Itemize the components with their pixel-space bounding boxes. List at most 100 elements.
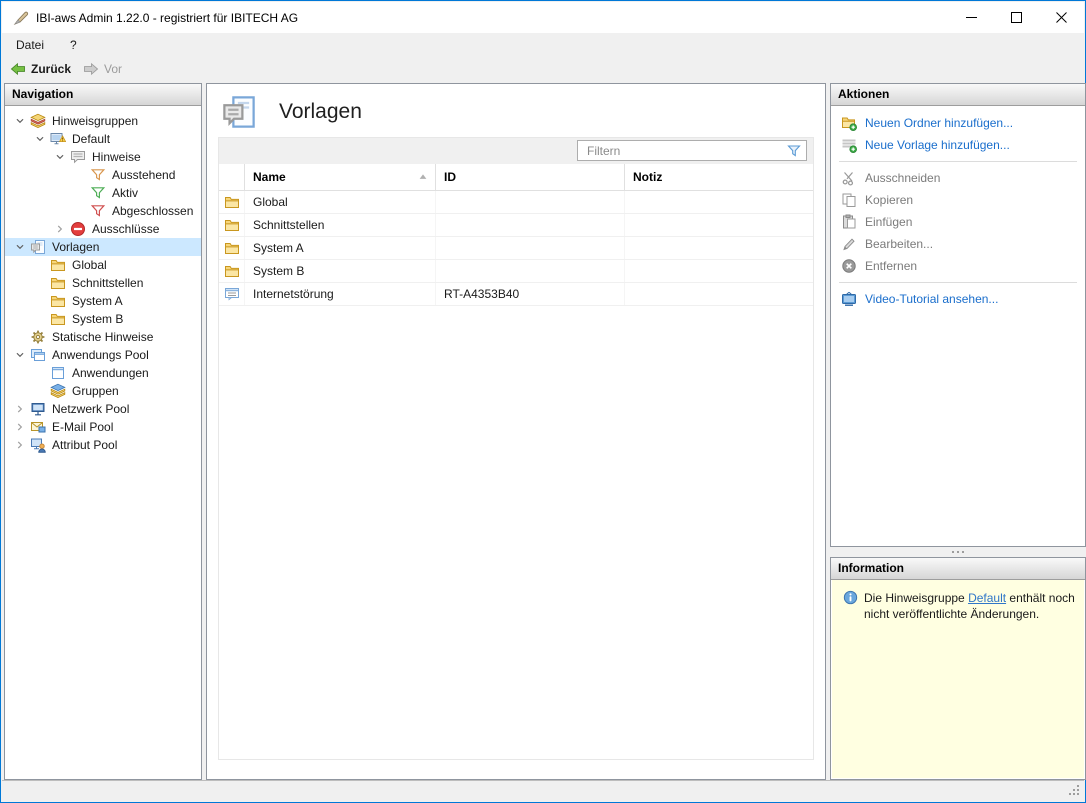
cell-name: System B	[245, 260, 436, 282]
table-row-internetstörung[interactable]: Internetstörung RT-A4353B40	[219, 283, 813, 306]
sidebar-item-schnittstellen[interactable]: Schnittstellen	[5, 274, 201, 292]
column-header-name[interactable]: Name	[245, 164, 436, 190]
sidebar-item-ausstehend[interactable]: Ausstehend	[5, 166, 201, 184]
action-label: Ausschneiden	[865, 171, 940, 185]
sidebar-item-anwendungen[interactable]: Anwendungen	[5, 364, 201, 382]
table-row-global[interactable]: Global	[219, 191, 813, 214]
cell-type	[219, 237, 245, 259]
sidebar-item-anwendungs-pool[interactable]: Anwendungs Pool	[5, 346, 201, 364]
chevron-down-icon[interactable]	[33, 132, 47, 146]
sidebar-item-global[interactable]: Global	[5, 256, 201, 274]
tree-item-label: Vorlagen	[52, 240, 99, 254]
column-header-id[interactable]: ID	[436, 164, 625, 190]
tree-item-label: Global	[72, 258, 107, 272]
horizontal-splitter[interactable]	[830, 547, 1086, 557]
action-bearbeiten: Bearbeiten...	[831, 233, 1085, 255]
table-header: Name ID Notiz	[219, 164, 813, 191]
chevron-down-icon[interactable]	[13, 348, 27, 362]
default-group-link[interactable]: Default	[968, 591, 1006, 605]
sidebar-item-ausschlüsse[interactable]: Ausschlüsse	[5, 220, 201, 238]
sidebar-item-statische-hinweise[interactable]: Statische Hinweise	[5, 328, 201, 346]
maximize-button[interactable]	[994, 2, 1039, 33]
actions-divider	[839, 161, 1077, 162]
chevron-right-icon[interactable]	[13, 420, 27, 434]
table-row-schnittstellen[interactable]: Schnittstellen	[219, 214, 813, 237]
sidebar-item-hinweisgruppen[interactable]: Hinweisgruppen	[5, 112, 201, 130]
back-label: Zurück	[31, 62, 71, 76]
action-video-tutorial-ansehen[interactable]: Video-Tutorial ansehen...	[831, 288, 1085, 310]
resize-grip-icon[interactable]	[1069, 793, 1071, 795]
filter-input[interactable]	[578, 141, 791, 160]
cell-name: Global	[245, 191, 436, 213]
minimize-icon	[966, 12, 977, 23]
close-button[interactable]	[1039, 2, 1084, 33]
window-icon	[50, 365, 66, 381]
sidebar-item-aktiv[interactable]: Aktiv	[5, 184, 201, 202]
chevron-right-icon[interactable]	[53, 222, 67, 236]
sidebar-item-netzwerk-pool[interactable]: Netzwerk Pool	[5, 400, 201, 418]
cell-name: System A	[245, 237, 436, 259]
action-label: Einfügen	[865, 215, 912, 229]
sidebar-item-abgeschlossen[interactable]: Abgeschlossen	[5, 202, 201, 220]
tree-item-label: Aktiv	[112, 186, 138, 200]
sidebar-item-default[interactable]: Default	[5, 130, 201, 148]
chevron-right-icon[interactable]	[13, 438, 27, 452]
tree-item-label: Schnittstellen	[72, 276, 143, 290]
chevron-down-icon[interactable]	[13, 114, 27, 128]
forward-button: Vor	[83, 61, 122, 77]
table-container: Name ID Notiz Global Schnittstellen Syst…	[218, 137, 814, 760]
tree-item-label: System B	[72, 312, 123, 326]
tree-item-label: Abgeschlossen	[112, 204, 193, 218]
actions-panel: Aktionen Neuen Ordner hinzufügen... Neue…	[830, 83, 1086, 547]
chevron-right-icon[interactable]	[13, 402, 27, 416]
cell-id: RT-A4353B40	[436, 283, 625, 305]
table-row-system-a[interactable]: System A	[219, 237, 813, 260]
sidebar-item-system-b[interactable]: System B	[5, 310, 201, 328]
back-arrow-icon	[10, 61, 26, 77]
monitor-warning-icon	[50, 131, 66, 147]
back-button[interactable]: Zurück	[10, 61, 71, 77]
vorlagen-page-icon	[221, 94, 257, 130]
column-label-name: Name	[253, 170, 286, 184]
sidebar-item-vorlagen[interactable]: Vorlagen	[5, 238, 201, 256]
sidebar-item-system-a[interactable]: System A	[5, 292, 201, 310]
column-header-type[interactable]	[219, 164, 245, 190]
pencil-icon	[841, 236, 857, 252]
menu-help[interactable]: ?	[70, 38, 77, 52]
tree-item-label: Gruppen	[72, 384, 119, 398]
tree-item-label: Ausstehend	[112, 168, 175, 182]
column-header-notiz[interactable]: Notiz	[625, 164, 813, 190]
actions-list: Neuen Ordner hinzufügen... Neue Vorlage …	[831, 106, 1085, 310]
information-text: Die Hinweisgruppe Default enthält noch n…	[864, 590, 1076, 622]
app-icon	[13, 10, 29, 26]
app-window: IBI-aws Admin 1.22.0 - registriert für I…	[0, 0, 1086, 803]
mail-icon	[30, 419, 46, 435]
cell-name: Internetstörung	[245, 283, 436, 305]
action-kopieren: Kopieren	[831, 189, 1085, 211]
filter-icon[interactable]	[786, 143, 802, 159]
action-neue-vorlage-hinzufügen[interactable]: Neue Vorlage hinzufügen...	[831, 134, 1085, 156]
action-neuen-ordner-hinzufügen[interactable]: Neuen Ordner hinzufügen...	[831, 112, 1085, 134]
sidebar-item-e-mail-pool[interactable]: E-Mail Pool	[5, 418, 201, 436]
menu-datei[interactable]: Datei	[16, 38, 44, 52]
folder-plus-icon	[841, 115, 857, 131]
table-row-system-b[interactable]: System B	[219, 260, 813, 283]
chevron-down-icon[interactable]	[53, 150, 67, 164]
tree-item-label: E-Mail Pool	[52, 420, 113, 434]
folder-icon	[224, 263, 240, 279]
sidebar-item-gruppen[interactable]: Gruppen	[5, 382, 201, 400]
page-title: Vorlagen	[279, 100, 362, 124]
template-plus-icon	[841, 137, 857, 153]
minimize-button[interactable]	[949, 2, 994, 33]
sidebar-item-hinweise[interactable]: Hinweise	[5, 148, 201, 166]
main-panel: Vorlagen Name ID Notiz	[206, 83, 826, 780]
copy-icon	[841, 192, 857, 208]
action-label: Video-Tutorial ansehen...	[865, 292, 998, 306]
information-body: Die Hinweisgruppe Default enthält noch n…	[832, 580, 1084, 778]
tree-item-label: Ausschlüsse	[92, 222, 159, 236]
action-einfügen: Einfügen	[831, 211, 1085, 233]
remove-icon	[841, 258, 857, 274]
action-entfernen: Entfernen	[831, 255, 1085, 277]
chevron-down-icon[interactable]	[13, 240, 27, 254]
sidebar-item-attribut-pool[interactable]: Attribut Pool	[5, 436, 201, 454]
